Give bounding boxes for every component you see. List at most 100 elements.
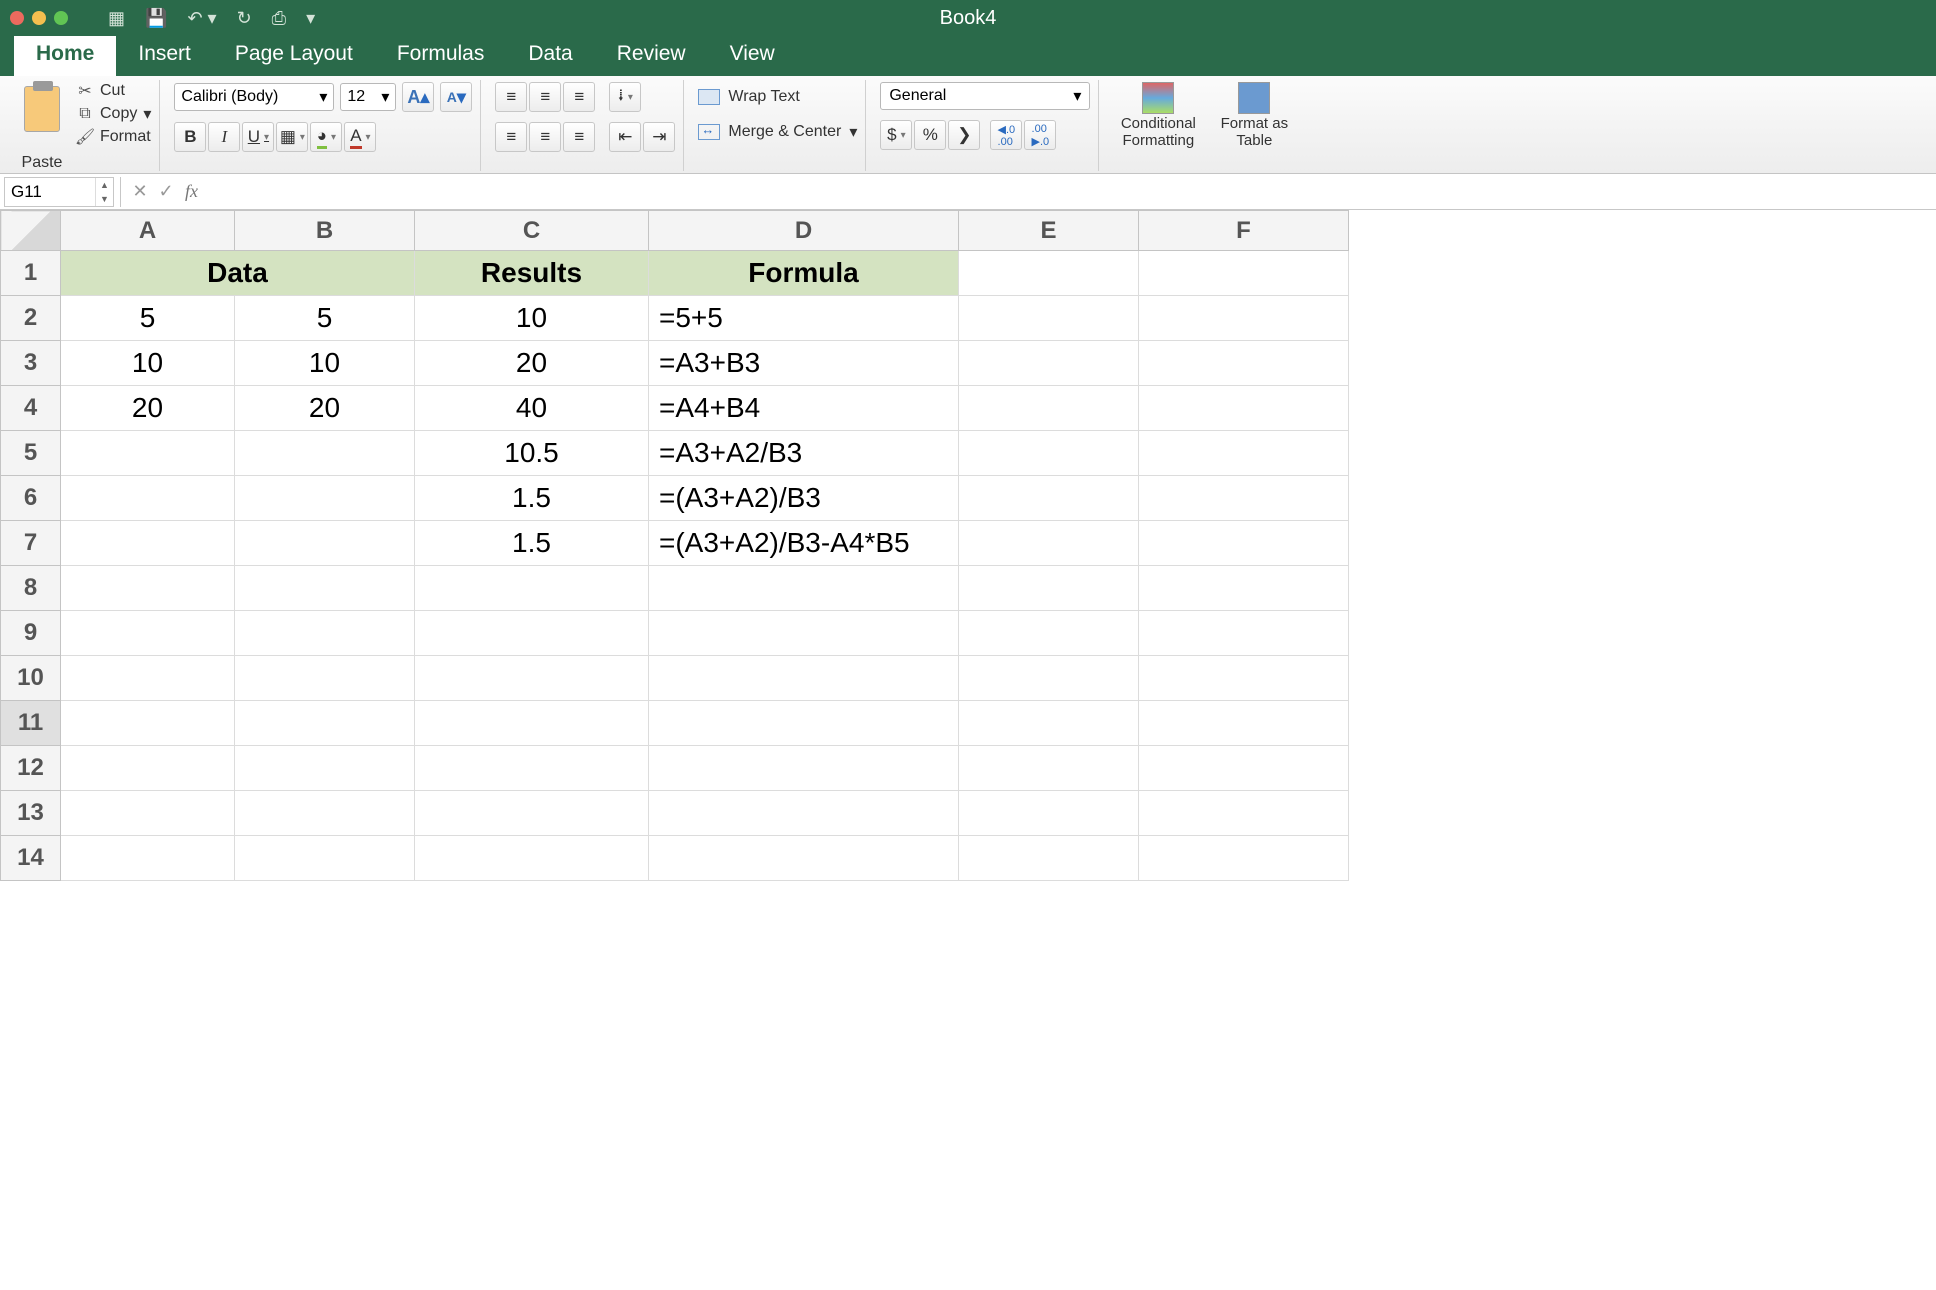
cell-B10[interactable] xyxy=(235,656,415,701)
cell-F7[interactable] xyxy=(1139,521,1349,566)
cell-F12[interactable] xyxy=(1139,746,1349,791)
row-header-5[interactable]: 5 xyxy=(1,431,61,476)
row-header-12[interactable]: 12 xyxy=(1,746,61,791)
cell-A6[interactable] xyxy=(61,476,235,521)
format-as-table-button[interactable]: Format as Table xyxy=(1209,82,1299,149)
formula-input[interactable] xyxy=(204,177,1936,207)
cell-A2[interactable]: 5 xyxy=(61,296,235,341)
fx-icon[interactable]: fx xyxy=(179,181,204,202)
wrap-text-button[interactable]: Wrap Text xyxy=(698,88,857,106)
close-window-button[interactable] xyxy=(10,11,24,25)
cell-B3[interactable]: 10 xyxy=(235,341,415,386)
cell-B2[interactable]: 5 xyxy=(235,296,415,341)
cell-C9[interactable] xyxy=(415,611,649,656)
align-bottom-button[interactable]: ≡ xyxy=(563,82,595,112)
cell-F10[interactable] xyxy=(1139,656,1349,701)
cell-A3[interactable]: 10 xyxy=(61,341,235,386)
cell-D5[interactable]: =A3+A2/B3 xyxy=(649,431,959,476)
cell-C1[interactable]: Results xyxy=(415,251,649,296)
qat-more-icon[interactable]: ▾ xyxy=(306,8,315,29)
italic-button[interactable]: I xyxy=(208,122,240,152)
font-color-button[interactable]: A xyxy=(344,122,376,152)
name-box[interactable]: G11 ▲▼ xyxy=(4,177,114,207)
row-header-4[interactable]: 4 xyxy=(1,386,61,431)
cell-A5[interactable] xyxy=(61,431,235,476)
merge-center-button[interactable]: Merge & Center ▾ xyxy=(698,122,857,142)
cell-D14[interactable] xyxy=(649,836,959,881)
row-header-8[interactable]: 8 xyxy=(1,566,61,611)
cell-D3[interactable]: =A3+B3 xyxy=(649,341,959,386)
cell-F13[interactable] xyxy=(1139,791,1349,836)
column-header-F[interactable]: F xyxy=(1139,211,1349,251)
undo-icon[interactable]: ↶ ▾ xyxy=(187,8,216,29)
cell-C5[interactable]: 10.5 xyxy=(415,431,649,476)
cell-D7[interactable]: =(A3+A2)/B3-A4*B5 xyxy=(649,521,959,566)
print-icon[interactable]: ⎙ xyxy=(272,8,286,29)
cell-F8[interactable] xyxy=(1139,566,1349,611)
row-header-1[interactable]: 1 xyxy=(1,251,61,296)
align-center-button[interactable]: ≡ xyxy=(529,122,561,152)
cell-E1[interactable] xyxy=(959,251,1139,296)
cell-F6[interactable] xyxy=(1139,476,1349,521)
cell-D9[interactable] xyxy=(649,611,959,656)
decrease-decimal-button[interactable]: .00▶.0 xyxy=(1024,120,1056,150)
cell-A7[interactable] xyxy=(61,521,235,566)
cell-B11[interactable] xyxy=(235,701,415,746)
row-header-2[interactable]: 2 xyxy=(1,296,61,341)
cell-B14[interactable] xyxy=(235,836,415,881)
save-icon[interactable]: 💾 xyxy=(145,8,167,29)
cell-A9[interactable] xyxy=(61,611,235,656)
align-top-button[interactable]: ≡ xyxy=(495,82,527,112)
cell-C7[interactable]: 1.5 xyxy=(415,521,649,566)
align-left-button[interactable]: ≡ xyxy=(495,122,527,152)
column-header-E[interactable]: E xyxy=(959,211,1139,251)
cell-A10[interactable] xyxy=(61,656,235,701)
cell-E14[interactable] xyxy=(959,836,1139,881)
row-header-10[interactable]: 10 xyxy=(1,656,61,701)
select-all-corner[interactable] xyxy=(1,211,61,251)
underline-button[interactable]: U xyxy=(242,122,274,152)
tab-data[interactable]: Data xyxy=(506,32,594,76)
tab-view[interactable]: View xyxy=(708,32,797,76)
cell-C11[interactable] xyxy=(415,701,649,746)
row-header-3[interactable]: 3 xyxy=(1,341,61,386)
cell-E8[interactable] xyxy=(959,566,1139,611)
cell-E3[interactable] xyxy=(959,341,1139,386)
format-painter-button[interactable]: 🖌Format xyxy=(76,128,151,146)
row-header-7[interactable]: 7 xyxy=(1,521,61,566)
cell-C2[interactable]: 10 xyxy=(415,296,649,341)
cell-F3[interactable] xyxy=(1139,341,1349,386)
copy-button[interactable]: ⧉Copy ▾ xyxy=(76,104,151,124)
cell-A1[interactable]: Data xyxy=(61,251,415,296)
orientation-button[interactable]: ⭭ xyxy=(609,82,641,112)
currency-button[interactable]: $ xyxy=(880,120,912,150)
cell-F5[interactable] xyxy=(1139,431,1349,476)
column-header-C[interactable]: C xyxy=(415,211,649,251)
cell-F14[interactable] xyxy=(1139,836,1349,881)
cell-E7[interactable] xyxy=(959,521,1139,566)
redo-icon[interactable]: ↻ xyxy=(237,8,252,29)
cell-E11[interactable] xyxy=(959,701,1139,746)
cell-C14[interactable] xyxy=(415,836,649,881)
bold-button[interactable]: B xyxy=(174,122,206,152)
column-header-A[interactable]: A xyxy=(61,211,235,251)
cell-E13[interactable] xyxy=(959,791,1139,836)
cell-F11[interactable] xyxy=(1139,701,1349,746)
cell-A8[interactable] xyxy=(61,566,235,611)
cell-A14[interactable] xyxy=(61,836,235,881)
cell-B8[interactable] xyxy=(235,566,415,611)
cell-D1[interactable]: Formula xyxy=(649,251,959,296)
font-size-select[interactable]: 12▾ xyxy=(340,83,396,111)
cell-A11[interactable] xyxy=(61,701,235,746)
autosave-icon[interactable]: ▦ xyxy=(108,8,125,29)
cell-F4[interactable] xyxy=(1139,386,1349,431)
row-header-6[interactable]: 6 xyxy=(1,476,61,521)
cell-D12[interactable] xyxy=(649,746,959,791)
row-header-11[interactable]: 11 xyxy=(1,701,61,746)
spreadsheet-grid[interactable]: ABCDEF1DataResultsFormula25510=5+5310102… xyxy=(0,210,1936,881)
cell-A12[interactable] xyxy=(61,746,235,791)
align-right-button[interactable]: ≡ xyxy=(563,122,595,152)
cell-E9[interactable] xyxy=(959,611,1139,656)
increase-indent-button[interactable]: ⇥ xyxy=(643,122,675,152)
cell-D11[interactable] xyxy=(649,701,959,746)
